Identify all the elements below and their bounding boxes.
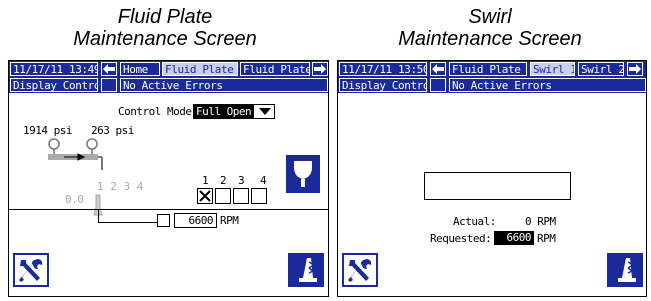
gun-numbers: 1 2 3 4: [97, 180, 144, 193]
checkbox-number-2: 2: [220, 174, 227, 187]
nav-left-button[interactable]: [101, 62, 117, 76]
dispense-valve-icon: [294, 161, 312, 187]
right-arrow-icon: [314, 64, 326, 74]
rpm-checkbox[interactable]: [157, 214, 170, 227]
connector-line-vertical: [98, 209, 99, 222]
gun-checkbox-3[interactable]: [233, 188, 249, 204]
timestamp: 11/17/11 13:49: [10, 62, 98, 76]
left-arrow-icon: [103, 64, 115, 74]
control-mode-label: Control Mode:: [118, 105, 198, 118]
control-mode-value: Full Open: [194, 105, 254, 118]
connector-line-horizontal: [98, 222, 157, 223]
spray-gun-button[interactable]: [288, 253, 324, 287]
control-mode-dropdown[interactable]: Full Open: [193, 104, 275, 119]
status-bar: Display Control No Active Errors: [9, 77, 328, 93]
nav-right-button[interactable]: [312, 62, 328, 76]
spray-gun-button[interactable]: [607, 253, 643, 287]
top-nav-bar: 11/17/11 13:50 Fluid Plate 2 Swirl 1 Swi…: [338, 61, 646, 77]
left-arrow-icon: [432, 64, 444, 74]
divider-line: [9, 209, 328, 210]
actual-label: Actual:: [453, 215, 496, 228]
gun-checkbox-2[interactable]: [215, 188, 231, 204]
right-caption-line1: Swirl: [468, 6, 512, 28]
tab-fluid-plate-2[interactable]: Fluid Plate 2: [449, 62, 527, 76]
tools-button[interactable]: [342, 253, 378, 287]
requested-input[interactable]: 6600: [494, 231, 534, 245]
spray-gun-icon: [299, 258, 317, 282]
top-nav-bar: 11/17/11 13:49 Home Fluid Plate 1 Fluid …: [9, 61, 328, 77]
dispense-valve-button[interactable]: [286, 155, 320, 193]
tools-button[interactable]: [13, 253, 49, 287]
checkbox-number-1: 1: [202, 174, 209, 187]
status-indicator: [430, 78, 446, 92]
gun-value: 0.0: [65, 193, 84, 206]
rpm-input[interactable]: 6600: [174, 213, 217, 228]
requested-label: Requested:: [430, 232, 492, 245]
swirl-screen: 11/17/11 13:50 Fluid Plate 2 Swirl 1 Swi…: [337, 60, 647, 297]
wrench-hammer-icon: [19, 259, 43, 282]
tab-swirl-1[interactable]: Swirl 1: [530, 62, 575, 76]
display-control-label: Display Control: [339, 78, 427, 92]
display-control-label: Display Control: [10, 78, 98, 92]
checkbox-number-3: 3: [238, 174, 245, 187]
checkbox-number-4: 4: [260, 174, 267, 187]
left-caption-line1: Fluid Plate: [117, 6, 213, 28]
nav-left-button[interactable]: [430, 62, 446, 76]
nav-right-button[interactable]: [627, 62, 643, 76]
requested-value: 6600: [506, 231, 532, 244]
status-indicator: [101, 78, 117, 92]
timestamp: 11/17/11 13:50: [339, 62, 427, 76]
error-status: No Active Errors: [120, 78, 328, 92]
check-x-icon: [199, 190, 211, 202]
rpm-unit: RPM: [220, 214, 239, 227]
rpm-value: 6600: [188, 214, 214, 227]
status-bar: Display Control No Active Errors: [338, 77, 646, 93]
left-caption-line2: Maintenance Screen: [73, 28, 257, 50]
tab-home[interactable]: Home: [120, 62, 160, 76]
tab-fluid-plate-2[interactable]: Fluid Plate 2: [240, 62, 310, 76]
swirl-display-box: [424, 172, 571, 200]
right-caption: Swirl Maintenance Screen: [340, 6, 640, 50]
regulator-diagram-icon: [48, 138, 103, 170]
tab-swirl-2[interactable]: Swirl 2: [578, 62, 624, 76]
chevron-down-icon: [259, 108, 271, 115]
gun-checkbox-4[interactable]: [251, 188, 267, 204]
fluid-plate-screen: 11/17/11 13:49 Home Fluid Plate 1 Fluid …: [8, 60, 329, 297]
requested-unit: RPM: [537, 232, 556, 245]
right-caption-line2: Maintenance Screen: [398, 28, 582, 50]
right-arrow-icon: [629, 64, 641, 74]
wrench-hammer-icon: [348, 259, 372, 282]
left-caption: Fluid Plate Maintenance Screen: [20, 6, 310, 50]
actual-value: 0 RPM: [525, 215, 556, 228]
gun-checkbox-1[interactable]: [197, 188, 213, 204]
spray-gun-icon: [618, 258, 636, 282]
error-status: No Active Errors: [449, 78, 646, 92]
tab-fluid-plate-1[interactable]: Fluid Plate 1: [162, 62, 238, 76]
